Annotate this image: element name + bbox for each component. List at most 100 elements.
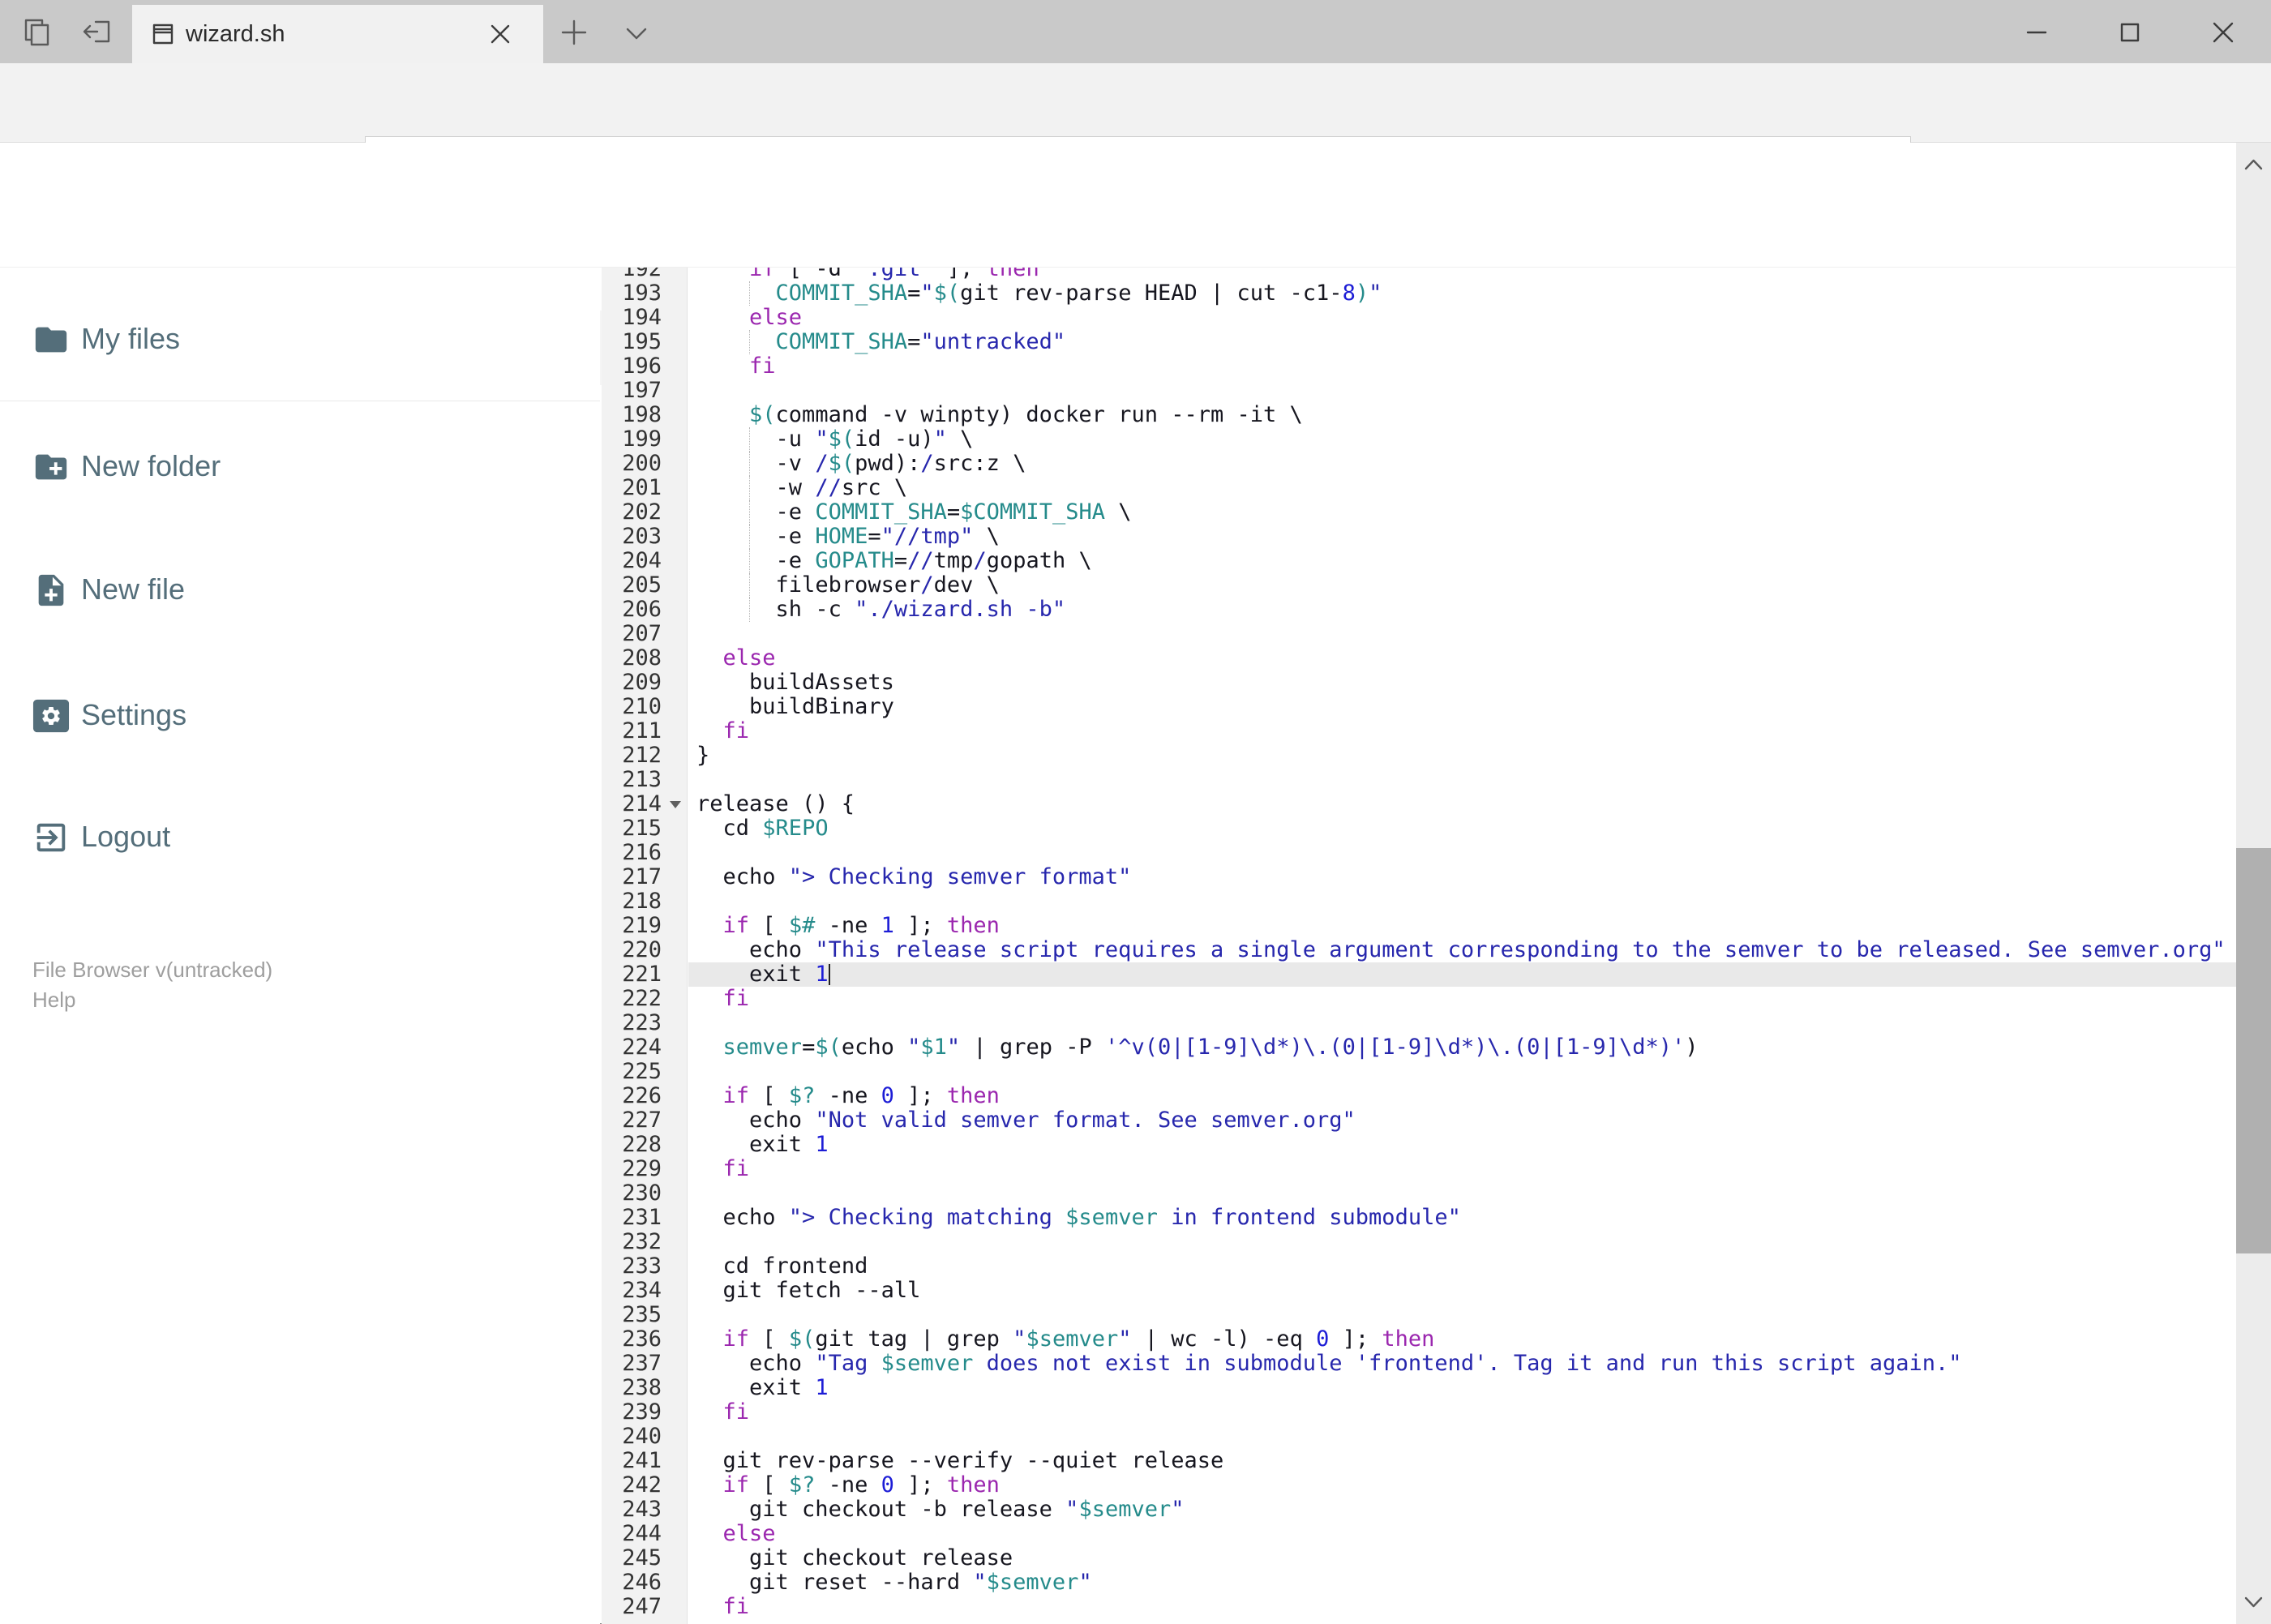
line-number: 209 <box>622 670 662 695</box>
code-line[interactable]: echo "Tag $semver does not exist in subm… <box>696 1352 1962 1376</box>
code-area[interactable]: if [ -d ".git" ]; then COMMIT_SHA="$(git… <box>688 268 2236 1624</box>
line-number: 218 <box>622 889 662 914</box>
code-line[interactable]: sh -c "./wizard.sh -b" <box>696 598 1066 622</box>
line-number: 202 <box>622 499 662 525</box>
new-tab-icon[interactable] <box>559 18 589 47</box>
line-number: 220 <box>622 937 662 962</box>
code-line[interactable]: else <box>696 306 802 330</box>
sidebar-footer: File Browser v(untracked) Help <box>32 955 272 1015</box>
settings-icon <box>32 699 70 733</box>
code-line[interactable]: -u "$(id -u)" \ <box>696 427 974 452</box>
sidebar-item-new-folder[interactable]: New folder <box>0 422 600 511</box>
code-line[interactable]: } <box>696 743 709 768</box>
page-scrollbar[interactable] <box>2236 143 2271 1624</box>
code-line[interactable]: echo "This release script requires a sin… <box>696 938 2226 962</box>
line-number: 232 <box>622 1229 662 1254</box>
address-bar: filebrowser.web/files/wizard.sh <box>0 63 2271 198</box>
line-number: 201 <box>622 475 662 500</box>
code-line[interactable]: if [ $# -ne 1 ]; then <box>696 914 1000 938</box>
code-line[interactable]: exit 1 <box>696 962 829 987</box>
line-number: 213 <box>622 767 662 792</box>
code-line[interactable]: filebrowser/dev \ <box>696 573 1000 598</box>
maximize-icon[interactable] <box>2085 15 2175 50</box>
code-line[interactable]: -e HOME="//tmp" \ <box>696 525 1000 549</box>
code-line[interactable]: exit 1 <box>696 1376 829 1400</box>
code-line[interactable]: if [ $? -ne 0 ]; then <box>696 1084 1000 1108</box>
code-line[interactable]: else <box>696 646 776 671</box>
code-line[interactable]: cd $REPO <box>696 816 829 841</box>
code-line[interactable]: fi <box>696 354 776 379</box>
line-number: 225 <box>622 1059 662 1084</box>
code-line[interactable]: echo "> Checking matching $semver in fro… <box>696 1206 1461 1230</box>
code-line[interactable]: $(command -v winpty) docker run --rm -it… <box>696 403 1303 427</box>
line-number: 246 <box>622 1570 662 1595</box>
line-number: 221 <box>622 962 662 987</box>
code-line[interactable]: fi <box>696 719 750 743</box>
tab-preview-icon[interactable] <box>19 14 55 49</box>
line-number: 227 <box>622 1108 662 1133</box>
code-line[interactable]: echo "> Checking semver format" <box>696 865 1132 889</box>
code-line[interactable]: exit 1 <box>696 1133 829 1157</box>
code-line[interactable]: -e COMMIT_SHA=$COMMIT_SHA \ <box>696 500 1132 525</box>
code-line[interactable]: git checkout -b release "$semver" <box>696 1498 1184 1522</box>
code-line[interactable]: COMMIT_SHA="untracked" <box>696 330 1066 354</box>
sidebar-item-label: My files <box>81 322 181 355</box>
gutter: 192 193 194 195 196 197 198 199 200 201 202 203 204 2… <box>602 268 688 1624</box>
line-number: 245 <box>622 1545 662 1570</box>
code-line[interactable]: if [ $(git tag | grep "$semver" | wc -l)… <box>696 1327 1435 1352</box>
sidebar-item-label: Settings <box>81 698 187 731</box>
tab-list-chevron-icon[interactable] <box>623 21 650 45</box>
line-number: 239 <box>622 1399 662 1425</box>
tab-wizard-sh[interactable]: wizard.sh <box>132 5 543 63</box>
line-number: 244 <box>622 1521 662 1546</box>
tab-title: wizard.sh <box>186 21 285 47</box>
line-number: 198 <box>622 402 662 427</box>
code-line[interactable]: buildAssets <box>696 671 894 695</box>
sidebar-item-new-file[interactable]: New file <box>0 545 600 634</box>
code-editor[interactable]: 192 193 194 195 196 197 198 199 200 201 202 203 204 2… <box>602 268 2236 1624</box>
code-line[interactable]: cd frontend <box>696 1254 868 1279</box>
scroll-up-icon[interactable] <box>2241 152 2266 178</box>
code-line[interactable]: fi <box>696 1157 750 1181</box>
code-line[interactable]: buildBinary <box>696 695 894 719</box>
line-number: 230 <box>622 1181 662 1206</box>
code-line[interactable]: git rev-parse --verify --quiet release <box>696 1449 1224 1473</box>
code-line[interactable]: -e GOPATH=//tmp/gopath \ <box>696 549 1092 573</box>
code-line[interactable]: -v /$(pwd):/src:z \ <box>696 452 1026 476</box>
code-line[interactable]: semver=$(echo "$1" | grep -P '^v(0|[1-9]… <box>696 1035 1699 1060</box>
code-line[interactable]: fi <box>696 1400 750 1425</box>
help-link[interactable]: Help <box>32 985 272 1015</box>
sidebar: My files New folder New file Settings Lo… <box>0 268 600 1624</box>
new-file-icon <box>38 574 64 606</box>
line-number: 194 <box>622 305 662 330</box>
line-number: 224 <box>622 1035 662 1060</box>
code-line[interactable]: echo "Not valid semver format. See semve… <box>696 1108 1356 1133</box>
minimize-icon[interactable] <box>1992 15 2081 50</box>
scrollbar-thumb[interactable] <box>2236 848 2271 1253</box>
line-number: 199 <box>622 426 662 452</box>
code-line[interactable]: else <box>696 1522 776 1546</box>
line-number: 229 <box>622 1156 662 1181</box>
close-tab-icon[interactable] <box>489 23 512 45</box>
fold-marker-icon[interactable] <box>670 801 681 808</box>
code-line[interactable]: release () { <box>696 792 855 816</box>
code-line[interactable]: -w //src \ <box>696 476 908 500</box>
code-line[interactable]: git reset --hard "$semver" <box>696 1570 1092 1595</box>
set-tabs-aside-icon[interactable] <box>79 14 115 49</box>
code-line[interactable]: fi <box>696 987 750 1011</box>
scroll-down-icon[interactable] <box>2241 1589 2266 1614</box>
line-number: 195 <box>622 329 662 354</box>
code-line[interactable]: git checkout release <box>696 1546 1013 1570</box>
close-window-icon[interactable] <box>2179 15 2268 50</box>
code-line[interactable]: COMMIT_SHA="$(git rev-parse HEAD | cut -… <box>696 281 1382 306</box>
sidebar-item-logout[interactable]: Logout <box>0 792 600 881</box>
sidebar-item-label: New folder <box>81 449 221 482</box>
code-line[interactable]: fi <box>696 1595 750 1619</box>
line-number: 205 <box>622 572 662 598</box>
sidebar-item-settings[interactable]: Settings <box>0 671 600 760</box>
sidebar-item-my-files[interactable]: My files <box>0 294 600 384</box>
app-version: File Browser v(untracked) <box>32 958 273 982</box>
code-line[interactable]: if [ -d ".git" ]; then <box>696 268 1039 281</box>
code-line[interactable]: if [ $? -ne 0 ]; then <box>696 1473 1000 1498</box>
code-line[interactable]: git fetch --all <box>696 1279 921 1303</box>
